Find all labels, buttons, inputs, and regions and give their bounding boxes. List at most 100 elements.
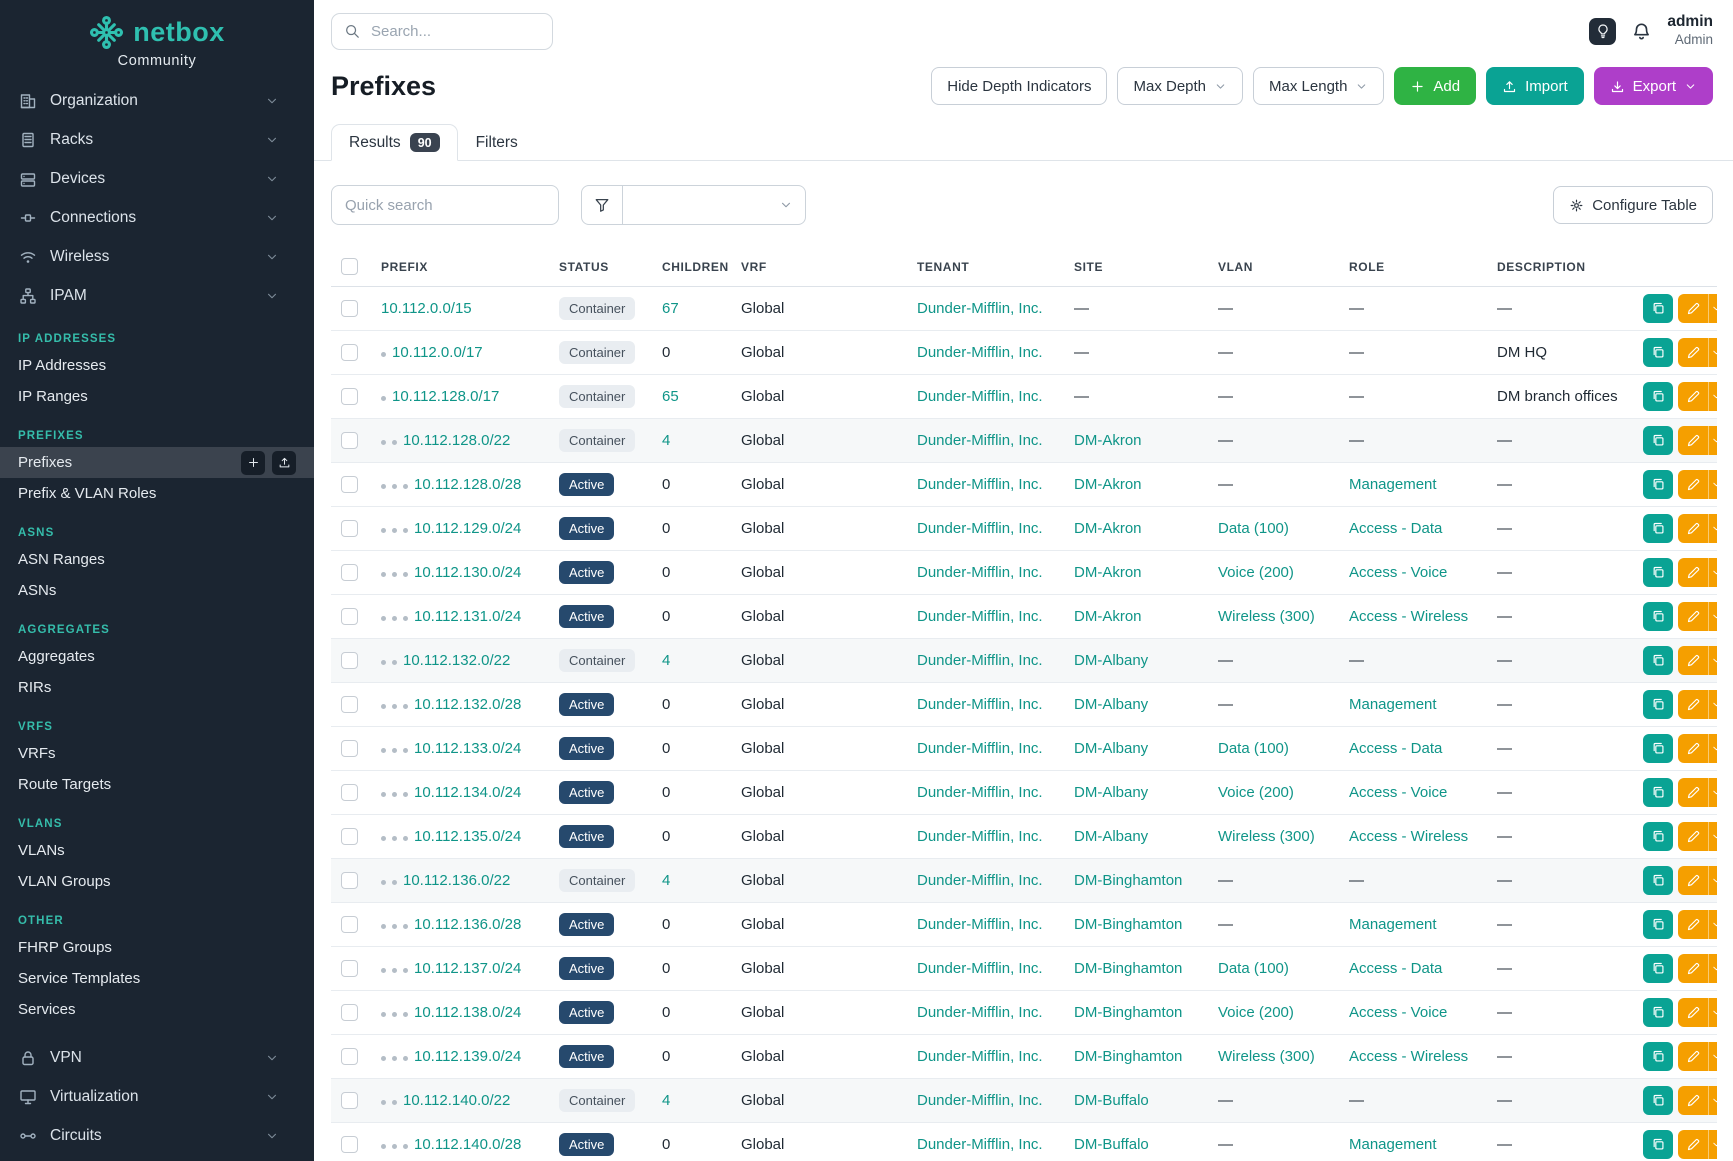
site-link[interactable]: DM-Binghamton (1074, 872, 1182, 889)
site-link[interactable]: DM-Binghamton (1074, 960, 1182, 977)
clone-button[interactable] (1643, 646, 1673, 675)
prefix-link[interactable]: 10.112.0.0/17 (392, 344, 483, 361)
sidebar-item-fhrp-groups[interactable]: FHRP Groups (0, 932, 314, 963)
site-link[interactable]: DM-Buffalo (1074, 1092, 1149, 1109)
sidebar-item-service-templates[interactable]: Service Templates (0, 963, 314, 994)
row-checkbox[interactable] (341, 388, 358, 405)
tenant-link[interactable]: Dunder-Mifflin, Inc. (917, 564, 1043, 581)
tenant-link[interactable]: Dunder-Mifflin, Inc. (917, 740, 1043, 757)
filter-button[interactable] (581, 185, 623, 225)
tenant-link[interactable]: Dunder-Mifflin, Inc. (917, 828, 1043, 845)
prefix-link[interactable]: 10.112.134.0/24 (414, 784, 521, 801)
sidebar-item-ip-ranges[interactable]: IP Ranges (0, 381, 314, 412)
edit-dropdown-button[interactable] (1708, 294, 1717, 323)
prefix-link[interactable]: 10.112.129.0/24 (414, 520, 521, 537)
role-link[interactable]: Access - Voice (1349, 564, 1447, 581)
global-search-input[interactable] (369, 22, 572, 41)
prefix-link[interactable]: 10.112.133.0/24 (414, 740, 521, 757)
children-link[interactable]: 4 (662, 1092, 670, 1109)
sidebar-item-vlans[interactable]: VLANs (0, 835, 314, 866)
sidebar-item-vpn[interactable]: VPN (0, 1038, 314, 1077)
prefix-link[interactable]: 10.112.140.0/28 (414, 1136, 521, 1153)
tenant-link[interactable]: Dunder-Mifflin, Inc. (917, 960, 1043, 977)
tenant-link[interactable]: Dunder-Mifflin, Inc. (917, 432, 1043, 449)
clone-button[interactable] (1643, 602, 1673, 631)
prefix-link[interactable]: 10.112.138.0/24 (414, 1004, 521, 1021)
row-checkbox[interactable] (341, 1092, 358, 1109)
sidebar-item-asns[interactable]: ASNs (0, 575, 314, 606)
site-link[interactable]: DM-Albany (1074, 652, 1148, 669)
edit-button[interactable] (1678, 866, 1708, 895)
vlan-link[interactable]: Data (100) (1218, 740, 1289, 757)
clone-button[interactable] (1643, 778, 1673, 807)
add-button[interactable]: Add (1394, 67, 1476, 105)
prefix-link[interactable]: 10.112.132.0/28 (414, 696, 521, 713)
sidebar-item-devices[interactable]: Devices (0, 159, 314, 198)
sidebar-item-organization[interactable]: Organization (0, 81, 314, 120)
role-link[interactable]: Management (1349, 696, 1437, 713)
global-search[interactable] (331, 13, 553, 50)
prefix-link[interactable]: 10.112.139.0/24 (414, 1048, 521, 1065)
edit-button[interactable] (1678, 734, 1708, 763)
role-link[interactable]: Management (1349, 1136, 1437, 1153)
tenant-link[interactable]: Dunder-Mifflin, Inc. (917, 520, 1043, 537)
site-link[interactable]: DM-Binghamton (1074, 916, 1182, 933)
row-checkbox[interactable] (341, 476, 358, 493)
clone-button[interactable] (1643, 338, 1673, 367)
clone-button[interactable] (1643, 910, 1673, 939)
tenant-link[interactable]: Dunder-Mifflin, Inc. (917, 1136, 1043, 1153)
clone-button[interactable] (1643, 690, 1673, 719)
edit-dropdown-button[interactable] (1708, 602, 1717, 631)
sidebar-item-aggregates[interactable]: Aggregates (0, 641, 314, 672)
sidebar-item-racks[interactable]: Racks (0, 120, 314, 159)
prefix-link[interactable]: 10.112.136.0/22 (403, 872, 510, 889)
sidebar-item-ipam[interactable]: IPAM (0, 276, 314, 315)
edit-dropdown-button[interactable] (1708, 998, 1717, 1027)
max-length-dropdown[interactable]: Max Length (1253, 67, 1384, 105)
edit-button[interactable] (1678, 778, 1708, 807)
clone-button[interactable] (1643, 1130, 1673, 1159)
row-checkbox[interactable] (341, 740, 358, 757)
sidebar-item-vlan-groups[interactable]: VLAN Groups (0, 866, 314, 897)
clone-button[interactable] (1643, 470, 1673, 499)
row-checkbox[interactable] (341, 564, 358, 581)
edit-button[interactable] (1678, 910, 1708, 939)
edit-button[interactable] (1678, 470, 1708, 499)
edit-dropdown-button[interactable] (1708, 954, 1717, 983)
role-link[interactable]: Management (1349, 916, 1437, 933)
edit-button[interactable] (1678, 602, 1708, 631)
edit-dropdown-button[interactable] (1708, 910, 1717, 939)
edit-button[interactable] (1678, 294, 1708, 323)
edit-dropdown-button[interactable] (1708, 338, 1717, 367)
vlan-link[interactable]: Voice (200) (1218, 784, 1294, 801)
site-link[interactable]: DM-Albany (1074, 828, 1148, 845)
row-checkbox[interactable] (341, 432, 358, 449)
role-link[interactable]: Access - Voice (1349, 784, 1447, 801)
sidebar-item-asn-ranges[interactable]: ASN Ranges (0, 544, 314, 575)
edit-button[interactable] (1678, 646, 1708, 675)
site-link[interactable]: DM-Akron (1074, 520, 1142, 537)
site-link[interactable]: DM-Buffalo (1074, 1136, 1149, 1153)
edit-button[interactable] (1678, 690, 1708, 719)
role-link[interactable]: Access - Wireless (1349, 828, 1468, 845)
edit-button[interactable] (1678, 514, 1708, 543)
edit-button[interactable] (1678, 382, 1708, 411)
edit-button[interactable] (1678, 1086, 1708, 1115)
prefix-link[interactable]: 10.112.135.0/24 (414, 828, 521, 845)
role-link[interactable]: Access - Data (1349, 960, 1442, 977)
sidebar-item-prefix-vlan-roles[interactable]: Prefix & VLAN Roles (0, 478, 314, 509)
sidebar-item-ip-addresses[interactable]: IP Addresses (0, 350, 314, 381)
column-header-vrf[interactable]: VRF (731, 247, 907, 287)
quick-search-input[interactable] (331, 185, 559, 225)
tenant-link[interactable]: Dunder-Mifflin, Inc. (917, 476, 1043, 493)
edit-button[interactable] (1678, 558, 1708, 587)
children-link[interactable]: 65 (662, 388, 679, 405)
prefix-link[interactable]: 10.112.128.0/22 (403, 432, 510, 449)
vlan-link[interactable]: Voice (200) (1218, 564, 1294, 581)
edit-dropdown-button[interactable] (1708, 382, 1717, 411)
tenant-link[interactable]: Dunder-Mifflin, Inc. (917, 1092, 1043, 1109)
site-link[interactable]: DM-Binghamton (1074, 1004, 1182, 1021)
children-link[interactable]: 4 (662, 872, 670, 889)
vlan-link[interactable]: Data (100) (1218, 960, 1289, 977)
edit-button[interactable] (1678, 822, 1708, 851)
